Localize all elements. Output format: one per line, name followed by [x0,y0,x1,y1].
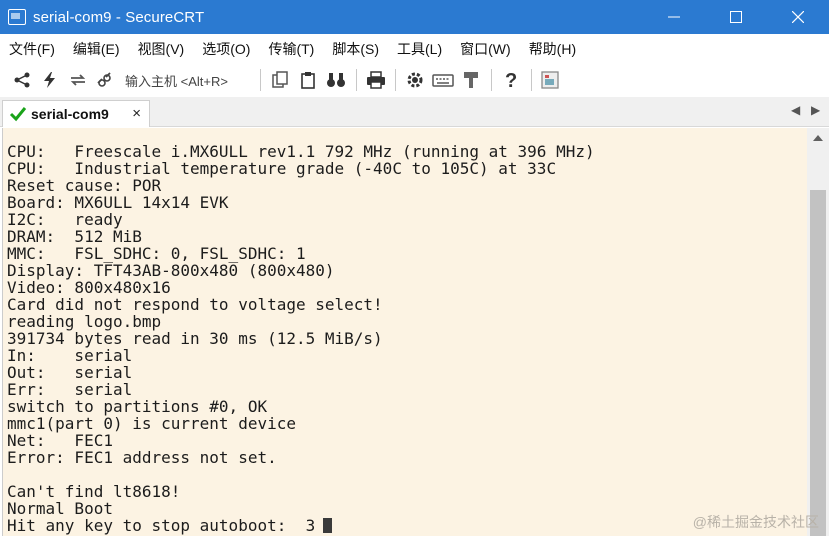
window-title: serial-com9 - SecureCRT [33,8,205,26]
terminal-line: Board: MX6ULL 14x14 EVK [7,194,595,211]
screen-capture-icon[interactable] [539,69,561,91]
terminal-line: switch to partitions #0, OK [7,398,595,415]
menu-file[interactable]: 文件(F) [9,39,55,59]
scroll-up-icon[interactable] [807,128,829,148]
terminal-line: I2C: ready [7,211,595,228]
menu-view[interactable]: 视图(V) [138,39,185,59]
terminal-line: mmc1(part 0) is current device [7,415,595,432]
terminal-cursor [323,518,333,533]
close-tab-icon[interactable]: × [132,105,141,122]
securecrt-app-icon [8,9,26,25]
connect-icon[interactable] [11,69,33,91]
terminal-line: Hit any key to stop autoboot: 3 [7,517,595,534]
terminal-line-text: Hit any key to stop autoboot: 3 [7,516,316,535]
menu-tools[interactable]: 工具(L) [397,39,442,59]
toolbar: 输入主机 <Alt+R> ? [0,63,829,97]
terminal-line: CPU: Freescale i.MX6ULL rev1.1 792 MHz (… [7,143,595,160]
connect-host-input[interactable]: 输入主机 <Alt+R> [125,71,228,90]
terminal-line: Reset cause: POR [7,177,595,194]
disconnect-icon[interactable] [93,69,115,91]
session-tab-bar: serial-com9 × ◀ ▶ [0,97,829,127]
key-agent-icon[interactable] [460,69,482,91]
terminal-line: CPU: Industrial temperature grade (-40C … [7,160,595,177]
terminal-line: Err: serial [7,381,595,398]
menu-script[interactable]: 脚本(S) [332,39,379,59]
title-bar: serial-com9 - SecureCRT [0,0,829,34]
vertical-scrollbar[interactable] [807,128,829,536]
terminal-line: MMC: FSL_SDHC: 0, FSL_SDHC: 1 [7,245,595,262]
help-icon[interactable]: ? [500,69,522,91]
menu-bar: 文件(F) 编辑(E) 视图(V) 选项(O) 传输(T) 脚本(S) 工具(L… [0,34,829,63]
keymap-icon[interactable] [432,69,454,91]
paste-icon[interactable] [297,69,319,91]
tab-scroll-left-icon[interactable]: ◀ [791,103,800,117]
toolbar-separator [355,69,357,91]
svg-text:?: ? [505,70,517,90]
find-icon[interactable] [325,69,347,91]
terminal-line: Display: TFT43AB-800x480 (800x480) [7,262,595,279]
terminal-line: Video: 800x480x16 [7,279,595,296]
quick-connect-icon[interactable] [39,69,61,91]
close-icon [792,11,804,23]
toolbar-separator [394,69,396,91]
terminal-line: In: serial [7,347,595,364]
toolbar-separator [530,69,532,91]
terminal-line: Net: FEC1 [7,432,595,449]
terminal-line: reading logo.bmp [7,313,595,330]
close-window-button[interactable] [767,0,829,34]
minimize-button[interactable] [643,0,705,34]
copy-icon[interactable] [269,69,291,91]
menu-window[interactable]: 窗口(W) [460,39,511,59]
terminal-line-text: Error: FEC1 address not set. [7,448,277,467]
terminal-line: 391734 bytes read in 30 ms (12.5 MiB/s) [7,330,595,347]
maximize-button[interactable] [705,0,767,34]
tab-serial-com9[interactable]: serial-com9 × [2,100,150,127]
check-icon [9,107,27,122]
settings-gear-icon[interactable] [404,69,426,91]
toolbar-separator [259,69,261,91]
tab-label: serial-com9 [31,106,109,122]
minimize-icon [668,16,680,18]
tab-scroll-right-icon[interactable]: ▶ [811,103,820,117]
terminal-line: Out: serial [7,364,595,381]
terminal-lines: CPU: Freescale i.MX6ULL rev1.1 792 MHz (… [7,143,595,534]
watermark: @稀土掘金技术社区 [692,514,819,530]
menu-edit[interactable]: 编辑(E) [73,39,120,59]
terminal-line: Normal Boot [7,500,595,517]
print-icon[interactable] [365,69,387,91]
menu-transfer[interactable]: 传输(T) [268,39,314,59]
scrollbar-thumb[interactable] [810,190,826,536]
toolbar-separator [490,69,492,91]
terminal-line: Card did not respond to voltage select! [7,296,595,313]
reconnect-icon[interactable] [67,69,89,91]
terminal-line: Error: FEC1 address not set. [7,449,595,466]
menu-options[interactable]: 选项(O) [202,39,250,59]
maximize-icon [730,11,742,23]
terminal-line: Can't find lt8618! [7,483,595,500]
menu-help[interactable]: 帮助(H) [529,39,576,59]
terminal-line: DRAM: 512 MiB [7,228,595,245]
terminal-output[interactable]: CPU: Freescale i.MX6ULL rev1.1 792 MHz (… [2,128,807,536]
